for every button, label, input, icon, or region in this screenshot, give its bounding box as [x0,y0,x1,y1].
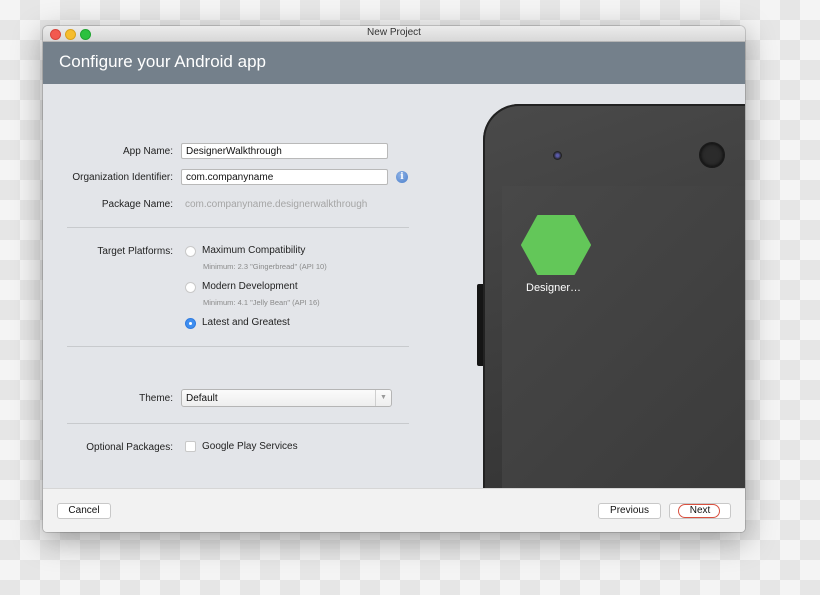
app-name-input[interactable] [181,143,388,159]
page-header: Configure your Android app [43,42,745,84]
option-maximum-compatibility-label: Maximum Compatibility [202,245,306,256]
option-modern-development-label: Modern Development [202,281,298,292]
radio-maximum-compatibility[interactable] [185,246,196,257]
package-name-label: Package Name: [101,199,173,210]
device-screen: Designer… [502,186,745,524]
info-icon[interactable]: i [396,171,408,183]
camera-icon [553,151,562,160]
org-id-label: Organization Identifier: [72,172,173,183]
next-highlight-ring [678,504,720,518]
next-button[interactable]: Next [669,503,731,519]
org-id-input[interactable] [181,169,388,185]
google-play-services-label: Google Play Services [202,441,298,452]
app-hexagon-shape [521,215,591,275]
divider [67,346,409,347]
device-preview: Designer… [483,104,745,524]
app-hexagon-icon [521,215,591,275]
target-platforms-label: Target Platforms: [97,246,173,257]
radio-modern-development[interactable] [185,282,196,293]
form-content: App Name: Organization Identifier: i Pac… [43,84,745,524]
title-bar: New Project [43,26,745,42]
radio-latest-and-greatest[interactable] [185,318,196,329]
app-label: Designer… [526,282,582,294]
option-modern-development-sub: Minimum: 4.1 "Jelly Bean" (API 16) [203,298,320,307]
chevron-down-icon: ▼ [375,390,391,406]
google-play-services-checkbox[interactable] [185,441,196,452]
option-maximum-compatibility-sub: Minimum: 2.3 "Gingerbread" (API 10) [203,262,327,271]
optional-packages-label: Optional Packages: [86,442,173,453]
page-title: Configure your Android app [59,52,266,71]
theme-select[interactable]: Default ▼ [181,389,392,407]
divider [67,423,409,424]
previous-button[interactable]: Previous [598,503,661,519]
cancel-button[interactable]: Cancel [57,503,111,519]
window-title: New Project [367,27,421,38]
new-project-window: New Project Configure your Android app A… [43,26,745,532]
theme-label: Theme: [139,393,173,404]
option-latest-and-greatest-label: Latest and Greatest [202,317,290,328]
divider [67,227,409,228]
app-name-label: App Name: [122,146,173,157]
theme-select-value: Default [186,393,218,404]
package-name-value: com.companyname.designerwalkthrough [185,199,368,210]
sensor-icon [699,142,725,168]
footer-bar: Cancel Previous Next [43,488,745,532]
